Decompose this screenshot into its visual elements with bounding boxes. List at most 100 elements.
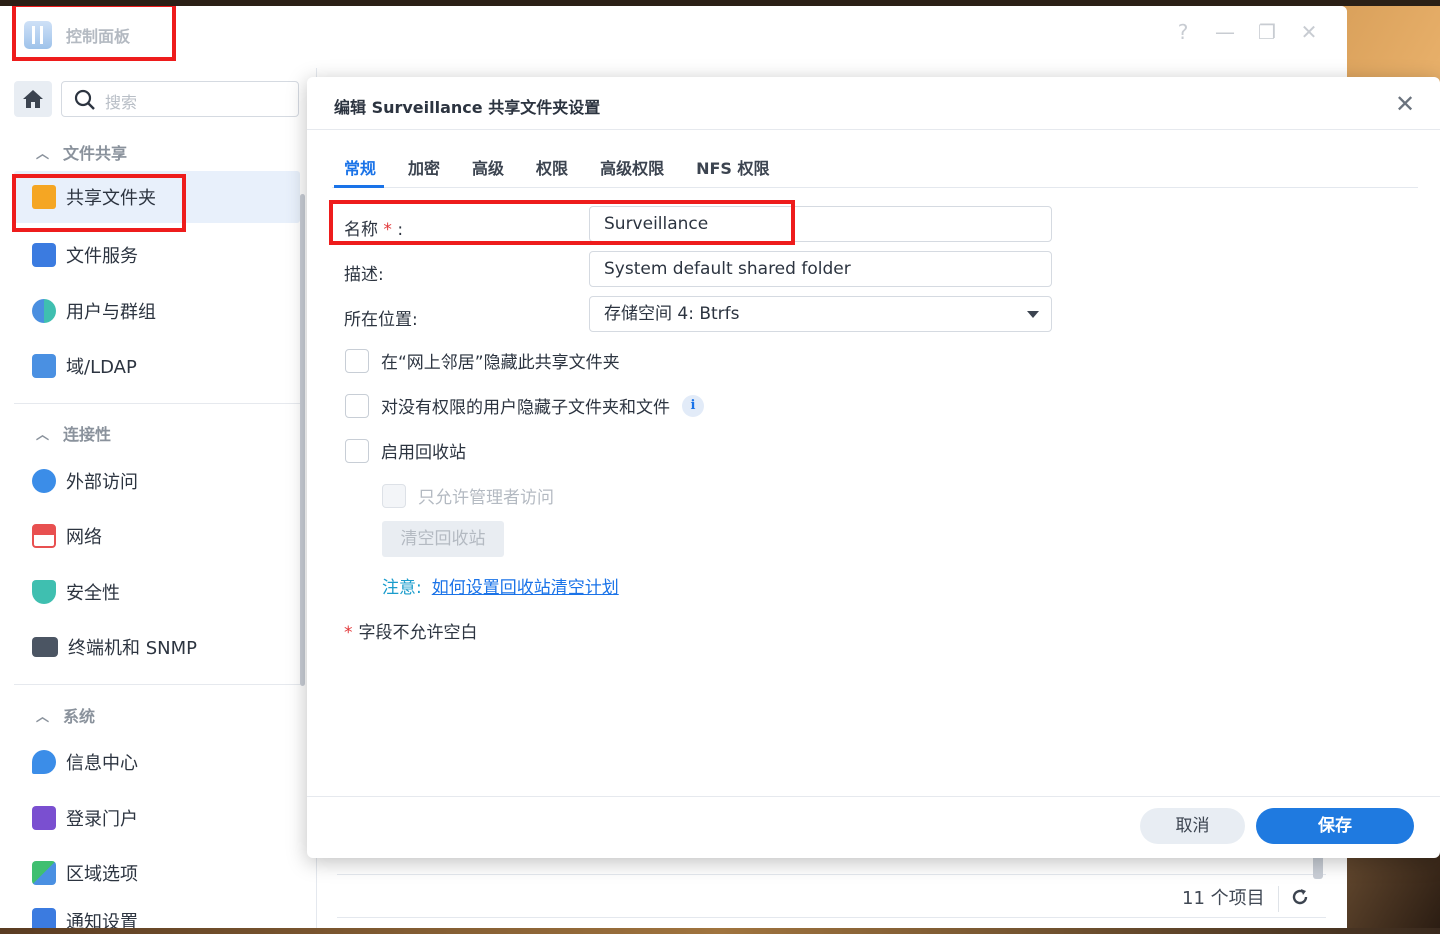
group-file-sharing[interactable]: ︿ 文件共享 <box>36 140 127 164</box>
security-shield-icon <box>32 580 56 604</box>
regional-options-icon <box>32 861 56 885</box>
checkbox-label: 对没有权限的用户隐藏子文件夹和文件 <box>381 398 670 418</box>
sidebar-item-terminal-snmp[interactable]: 终端机和 SNMP <box>14 621 300 673</box>
tab-nfs-permissions[interactable]: NFS 权限 <box>696 155 769 179</box>
sidebar-item-file-services[interactable]: 文件服务 <box>14 229 300 281</box>
group-title-label: 连接性 <box>63 425 112 444</box>
tab-general[interactable]: 常规 <box>344 155 376 179</box>
group-connectivity[interactable]: ︿ 连接性 <box>36 421 111 445</box>
users-groups-icon <box>32 299 56 323</box>
hide-network-checkbox[interactable] <box>345 348 369 373</box>
item-count: 11 个项目 <box>1182 888 1265 909</box>
sidebar-item-label: 安全性 <box>66 583 120 604</box>
help-button[interactable]: ? <box>1171 20 1195 44</box>
save-button[interactable]: 保存 <box>1256 808 1414 844</box>
required-fields-note: * 字段不允许空白 <box>344 618 478 643</box>
title-highlight-box <box>12 6 176 61</box>
note-label: 注意: <box>382 578 422 598</box>
shared-folder-highlight-box <box>12 174 186 232</box>
checkbox-label: 启用回收站 <box>381 443 466 463</box>
footer-divider <box>1278 886 1279 912</box>
minimize-button[interactable]: — <box>1213 20 1237 44</box>
domain-ldap-icon <box>32 354 56 378</box>
external-access-icon <box>32 469 56 493</box>
terminal-icon <box>32 637 58 657</box>
sidebar-item-users-groups[interactable]: 用户与群组 <box>14 285 300 337</box>
network-icon <box>32 524 56 548</box>
chevron-up-icon: ︿ <box>36 427 50 443</box>
sidebar-item-label: 登录门户 <box>66 809 138 830</box>
required-star: * <box>344 623 353 643</box>
tab-advanced-permissions[interactable]: 高级权限 <box>600 155 664 179</box>
description-field[interactable]: System default shared folder <box>589 251 1052 287</box>
hide-subfolders-checkbox[interactable] <box>345 393 369 418</box>
refresh-icon[interactable] <box>1290 887 1310 911</box>
sidebar-item-label: 用户与群组 <box>66 302 156 323</box>
checkbox-label: 在“网上邻居”隐藏此共享文件夹 <box>381 353 620 373</box>
tab-bar: 常规 加密 高级 权限 高级权限 NFS 权限 <box>344 155 770 179</box>
sidebar-item-notification[interactable]: 通知设置 <box>14 902 300 928</box>
file-services-icon <box>32 243 56 267</box>
active-tab-indicator <box>334 185 384 188</box>
close-window-button[interactable]: ✕ <box>1297 20 1321 44</box>
title-bar: 控制面板 ? — ❐ ✕ <box>0 6 1347 68</box>
name-highlight-box <box>329 200 795 245</box>
location-label: 所在位置: <box>344 310 418 330</box>
login-portal-icon <box>32 806 56 830</box>
group-title-label: 系统 <box>63 707 96 726</box>
hide-subfolders-option[interactable]: 对没有权限的用户隐藏子文件夹和文件 i <box>345 393 704 418</box>
sidebar-item-label: 域/LDAP <box>66 357 137 378</box>
tab-encryption[interactable]: 加密 <box>408 155 440 179</box>
info-center-icon <box>32 750 56 774</box>
sidebar: 搜索 ︿ 文件共享 共享文件夹 文件服务 用户与群组 域/LDAP ︿ 连接性 <box>0 68 316 928</box>
list-footer <box>337 874 1326 918</box>
sidebar-item-info-center[interactable]: 信息中心 <box>14 736 300 788</box>
sidebar-item-label: 区域选项 <box>66 864 138 885</box>
close-icon[interactable]: ✕ <box>1395 90 1415 118</box>
tab-permissions[interactable]: 权限 <box>536 155 568 179</box>
maximize-button[interactable]: ❐ <box>1255 20 1279 44</box>
sidebar-item-external-access[interactable]: 外部访问 <box>14 455 300 507</box>
enable-recycle-option[interactable]: 启用回收站 <box>345 438 466 463</box>
sidebar-item-label: 外部访问 <box>66 472 138 493</box>
recycle-schedule-link[interactable]: 如何设置回收站清空计划 <box>432 578 619 598</box>
required-note-text: 字段不允许空白 <box>358 623 478 643</box>
tab-advanced[interactable]: 高级 <box>472 155 504 179</box>
sidebar-item-label: 信息中心 <box>66 753 138 774</box>
dialog-title: 编辑 Surveillance 共享文件夹设置 <box>334 98 601 117</box>
sidebar-item-label: 通知设置 <box>66 912 138 928</box>
tab-divider <box>332 187 1418 188</box>
home-button[interactable] <box>14 81 52 117</box>
enable-recycle-checkbox[interactable] <box>345 438 369 463</box>
desktop-background-bottom <box>0 928 1440 934</box>
divider <box>14 684 300 685</box>
home-icon <box>23 90 43 108</box>
sidebar-item-label: 网络 <box>66 527 102 548</box>
sidebar-item-security[interactable]: 安全性 <box>14 566 300 618</box>
location-select[interactable]: 存储空间 4: Btrfs <box>589 296 1052 332</box>
edit-shared-folder-dialog: 编辑 Surveillance 共享文件夹设置 ✕ 常规 加密 高级 权限 高级… <box>307 77 1440 858</box>
hide-network-option[interactable]: 在“网上邻居”隐藏此共享文件夹 <box>345 348 620 373</box>
recycle-note: 注意: 如何设置回收站清空计划 <box>382 573 619 598</box>
sidebar-item-label: 文件服务 <box>66 246 138 267</box>
group-title-label: 文件共享 <box>63 144 128 163</box>
sidebar-item-domain-ldap[interactable]: 域/LDAP <box>14 340 300 392</box>
chevron-down-icon <box>1027 311 1039 318</box>
sidebar-item-regional-options[interactable]: 区域选项 <box>14 847 300 899</box>
dialog-footer-divider <box>307 796 1440 797</box>
search-placeholder: 搜索 <box>105 93 138 112</box>
divider <box>14 403 300 404</box>
group-system[interactable]: ︿ 系统 <box>36 703 95 727</box>
dialog-header-divider <box>307 129 1440 130</box>
info-icon[interactable]: i <box>682 394 704 417</box>
search-icon <box>74 89 96 115</box>
sidebar-item-login-portal[interactable]: 登录门户 <box>14 792 300 844</box>
empty-recycle-button: 清空回收站 <box>382 521 504 557</box>
checkbox-label: 只允许管理者访问 <box>418 488 554 508</box>
search-input[interactable]: 搜索 <box>61 81 299 117</box>
admin-only-option: 只允许管理者访问 <box>382 483 554 508</box>
sidebar-scrollbar[interactable] <box>300 194 305 686</box>
sidebar-item-network[interactable]: 网络 <box>14 510 300 562</box>
cancel-button[interactable]: 取消 <box>1140 808 1245 844</box>
location-value: 存储空间 4: Btrfs <box>604 304 740 324</box>
